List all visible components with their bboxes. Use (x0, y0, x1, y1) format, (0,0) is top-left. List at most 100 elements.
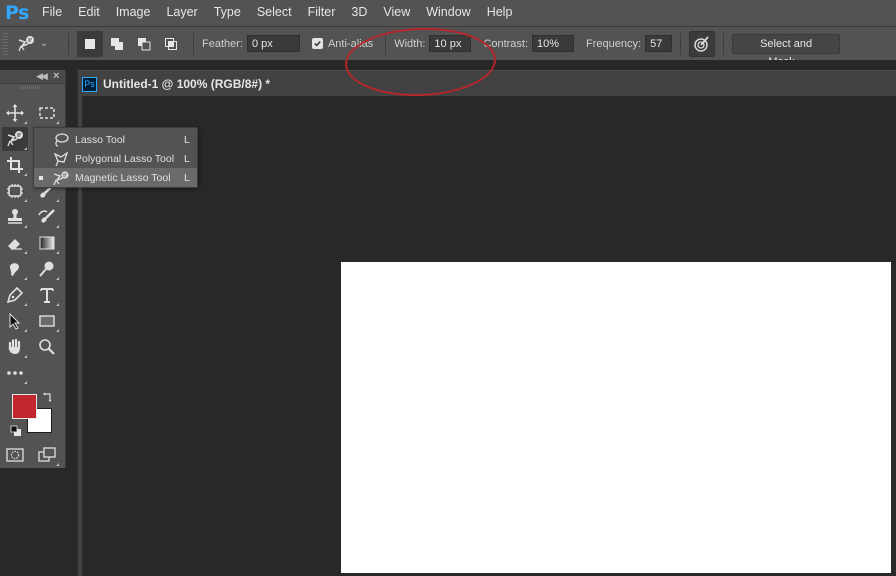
type-icon (40, 288, 54, 303)
magnetic-lasso-icon (7, 131, 23, 147)
magnetic-lasso-icon (18, 35, 34, 51)
gradient-tool[interactable] (34, 231, 60, 255)
menu-select[interactable]: Select (249, 0, 300, 26)
menu-file[interactable]: File (34, 0, 70, 26)
subtract-selection-icon (138, 37, 151, 50)
screen-mode-button[interactable] (34, 443, 60, 467)
menu-edit[interactable]: Edit (70, 0, 108, 26)
divider (68, 32, 69, 55)
hand-tool[interactable] (2, 335, 28, 359)
flyout-shortcut: L (184, 133, 190, 146)
smudge-tool[interactable] (2, 257, 28, 281)
menu-3d[interactable]: 3D (343, 0, 375, 26)
more-dots-icon (7, 371, 23, 375)
contrast-input[interactable] (532, 35, 575, 52)
rectangle-icon (39, 315, 55, 327)
lasso-tools-flyout: Lasso Tool L Polygonal Lasso Tool L Magn… (33, 127, 198, 188)
hand-icon (8, 338, 21, 354)
dodge-icon (39, 261, 54, 277)
intersect-selection-button[interactable] (158, 31, 184, 57)
document-title: Untitled-1 @ 100% (RGB/8#) * (103, 77, 271, 91)
stylus-pressure-button[interactable] (689, 30, 716, 57)
collapse-icon[interactable]: ◀◀ (36, 71, 48, 82)
polygonal-lasso-icon (53, 150, 69, 166)
clone-stamp-tool[interactable] (2, 205, 28, 229)
flyout-item-polygonal-lasso[interactable]: Polygonal Lasso Tool L (34, 149, 197, 168)
width-input[interactable] (429, 35, 472, 52)
magnifier-icon (39, 339, 55, 355)
eraser-icon (8, 239, 22, 250)
screen-mode-icon (38, 447, 56, 462)
width-label: Width: (394, 37, 426, 50)
divider (723, 32, 725, 55)
close-icon[interactable]: × (53, 70, 59, 82)
flyout-item-lasso[interactable]: Lasso Tool L (34, 130, 197, 149)
menu-layer[interactable]: Layer (158, 0, 205, 26)
frame-tool[interactable] (2, 179, 28, 203)
contrast-label: Contrast: (483, 37, 529, 50)
zoom-tool[interactable] (34, 335, 60, 359)
options-bar-grip[interactable] (2, 32, 8, 55)
tools-panel-grip[interactable] (21, 86, 41, 89)
new-selection-icon (85, 38, 95, 49)
options-bar: ⌄ Feather: Anti-alias Width: Contrast: F… (0, 27, 896, 68)
canvas[interactable] (341, 262, 891, 573)
menu-view[interactable]: View (375, 0, 418, 26)
stylus-pressure-icon (694, 35, 709, 52)
feather-label: Feather: (202, 37, 243, 50)
flyout-label: Magnetic Lasso Tool (75, 171, 171, 184)
feather-input[interactable] (246, 35, 300, 52)
menu-type[interactable]: Type (206, 0, 249, 26)
crop-icon (7, 157, 23, 173)
history-brush-tool[interactable] (34, 205, 60, 229)
dodge-tool[interactable] (34, 257, 60, 281)
frame-icon (7, 184, 23, 198)
rectangle-tool[interactable] (34, 309, 60, 333)
subtract-from-selection-button[interactable] (131, 31, 157, 57)
tools-panel-header[interactable]: ◀◀ × (0, 70, 65, 84)
lasso-icon (55, 132, 69, 147)
menu-window[interactable]: Window (418, 0, 478, 26)
path-selection-tool[interactable] (2, 309, 28, 333)
flyout-label: Lasso Tool (75, 133, 126, 146)
arrow-cursor-icon (9, 312, 21, 330)
document-tab[interactable]: Ps Untitled-1 @ 100% (RGB/8#) * (78, 71, 278, 97)
magnetic-lasso-icon (53, 170, 69, 185)
flyout-shortcut: L (184, 152, 190, 165)
scrollbar-track[interactable] (891, 262, 896, 576)
chevron-down-icon: ⌄ (40, 38, 49, 49)
checkmark-icon (314, 40, 321, 47)
foreground-color-swatch[interactable] (12, 394, 37, 419)
tool-preset-picker[interactable]: ⌄ (16, 31, 60, 57)
photoshop-window: Ps File Edit Image Layer Type Select Fil… (0, 0, 896, 576)
type-tool[interactable] (34, 283, 60, 307)
gradient-icon (39, 236, 55, 250)
rectangular-marquee-tool[interactable] (34, 101, 60, 125)
eraser-tool[interactable] (2, 231, 28, 255)
select-and-mask-button[interactable]: Select and Mask... (732, 33, 841, 68)
antialias-checkbox[interactable] (311, 38, 323, 49)
stamp-icon (8, 209, 22, 224)
edit-toolbar-button[interactable] (2, 361, 28, 385)
quick-mask-button[interactable] (2, 443, 28, 467)
divider (193, 32, 194, 55)
flyout-item-magnetic-lasso[interactable]: Magnetic Lasso Tool L (34, 168, 197, 187)
pen-icon (6, 286, 24, 304)
swap-colors-icon[interactable] (42, 390, 54, 402)
menu-help[interactable]: Help (479, 0, 521, 26)
pen-tool[interactable] (2, 283, 28, 307)
magnetic-lasso-tool[interactable] (2, 127, 28, 151)
menu-image[interactable]: Image (108, 0, 159, 26)
quick-mask-icon (6, 448, 24, 462)
default-colors-icon[interactable] (10, 424, 22, 436)
crop-tool[interactable] (2, 153, 28, 177)
move-icon (6, 104, 24, 122)
selected-bullet-icon (39, 175, 43, 180)
menu-filter[interactable]: Filter (300, 0, 344, 26)
antialias-label: Anti-alias (327, 37, 374, 50)
add-to-selection-button[interactable] (104, 31, 130, 57)
new-selection-button[interactable] (77, 30, 103, 57)
move-tool[interactable] (2, 101, 28, 125)
document-tab-bar: Ps Untitled-1 @ 100% (RGB/8#) * (78, 70, 896, 96)
frequency-input[interactable] (645, 35, 673, 52)
